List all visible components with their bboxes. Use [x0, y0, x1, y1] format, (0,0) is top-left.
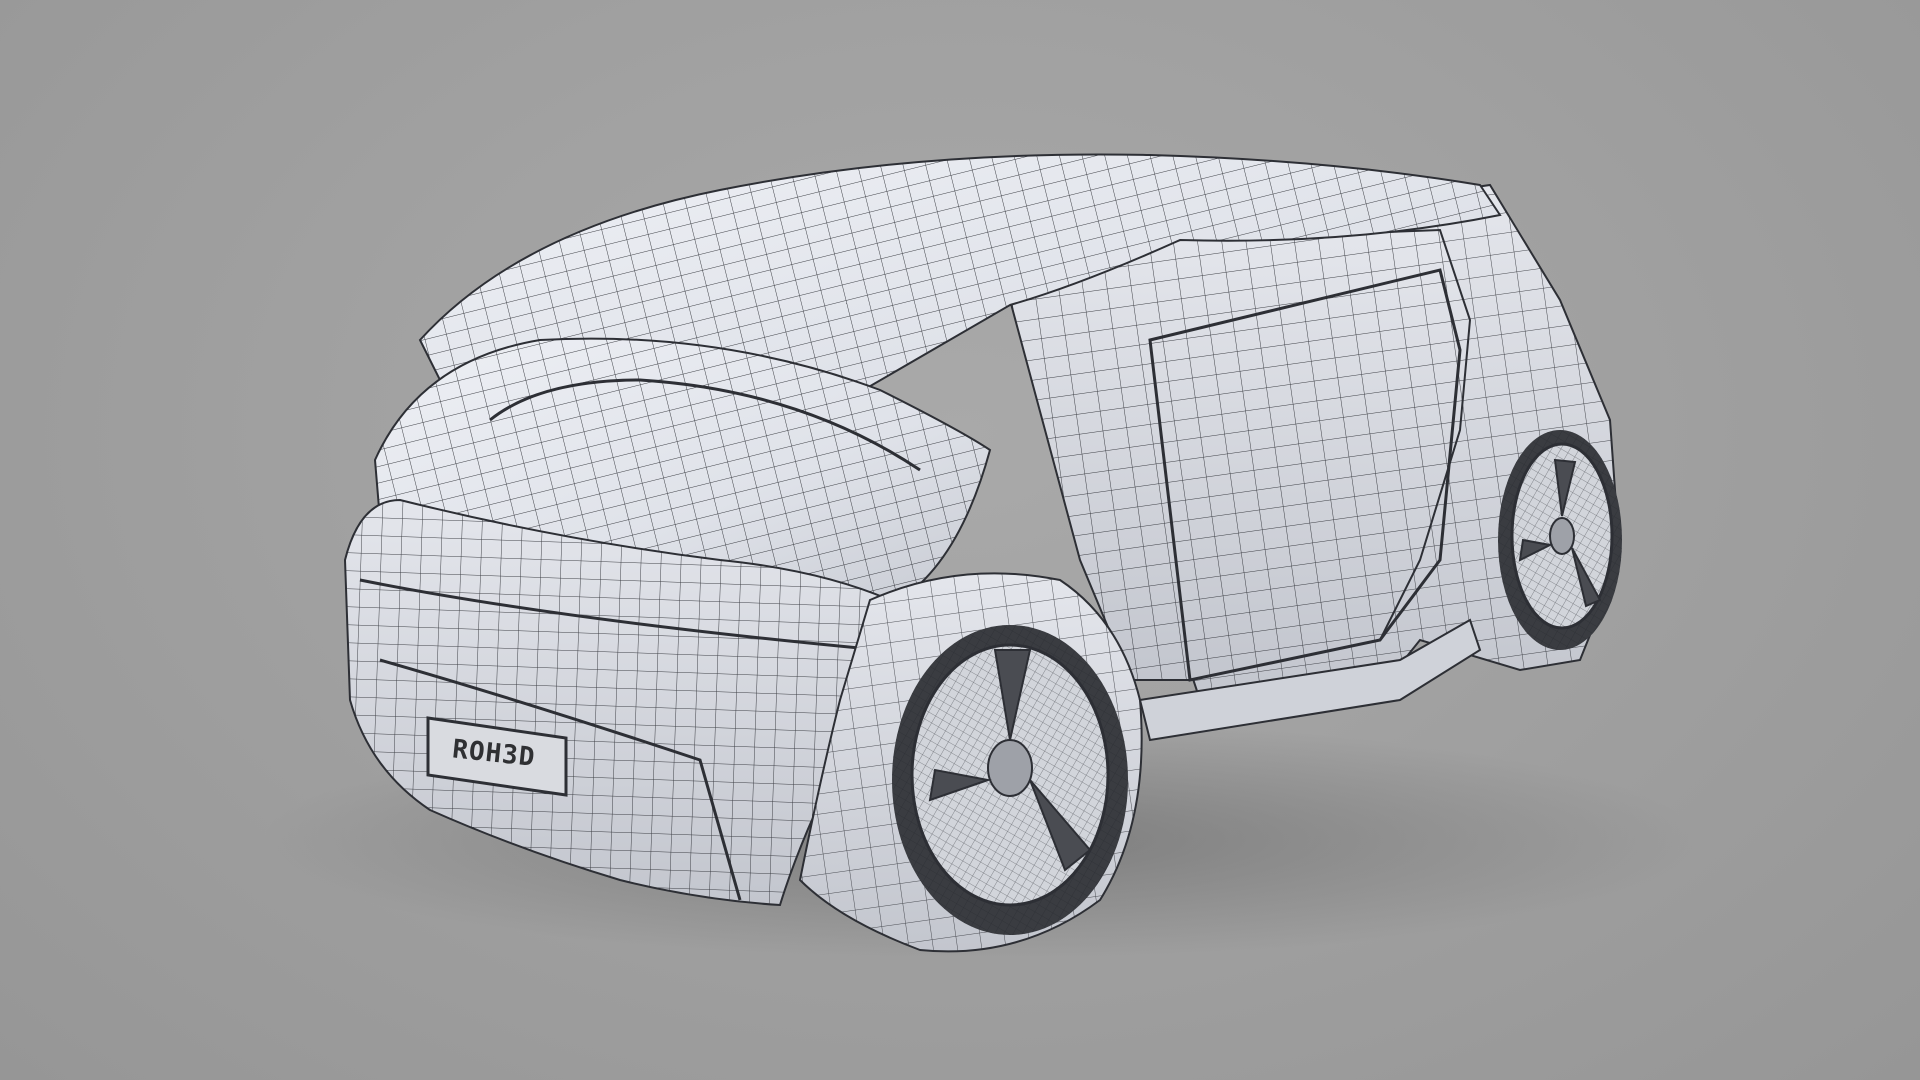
car-render: ROH3D [260, 153, 1700, 960]
render-viewport: ROH3D [0, 0, 1920, 1080]
rear-wheel [1498, 430, 1622, 650]
front-wheel [892, 625, 1128, 935]
